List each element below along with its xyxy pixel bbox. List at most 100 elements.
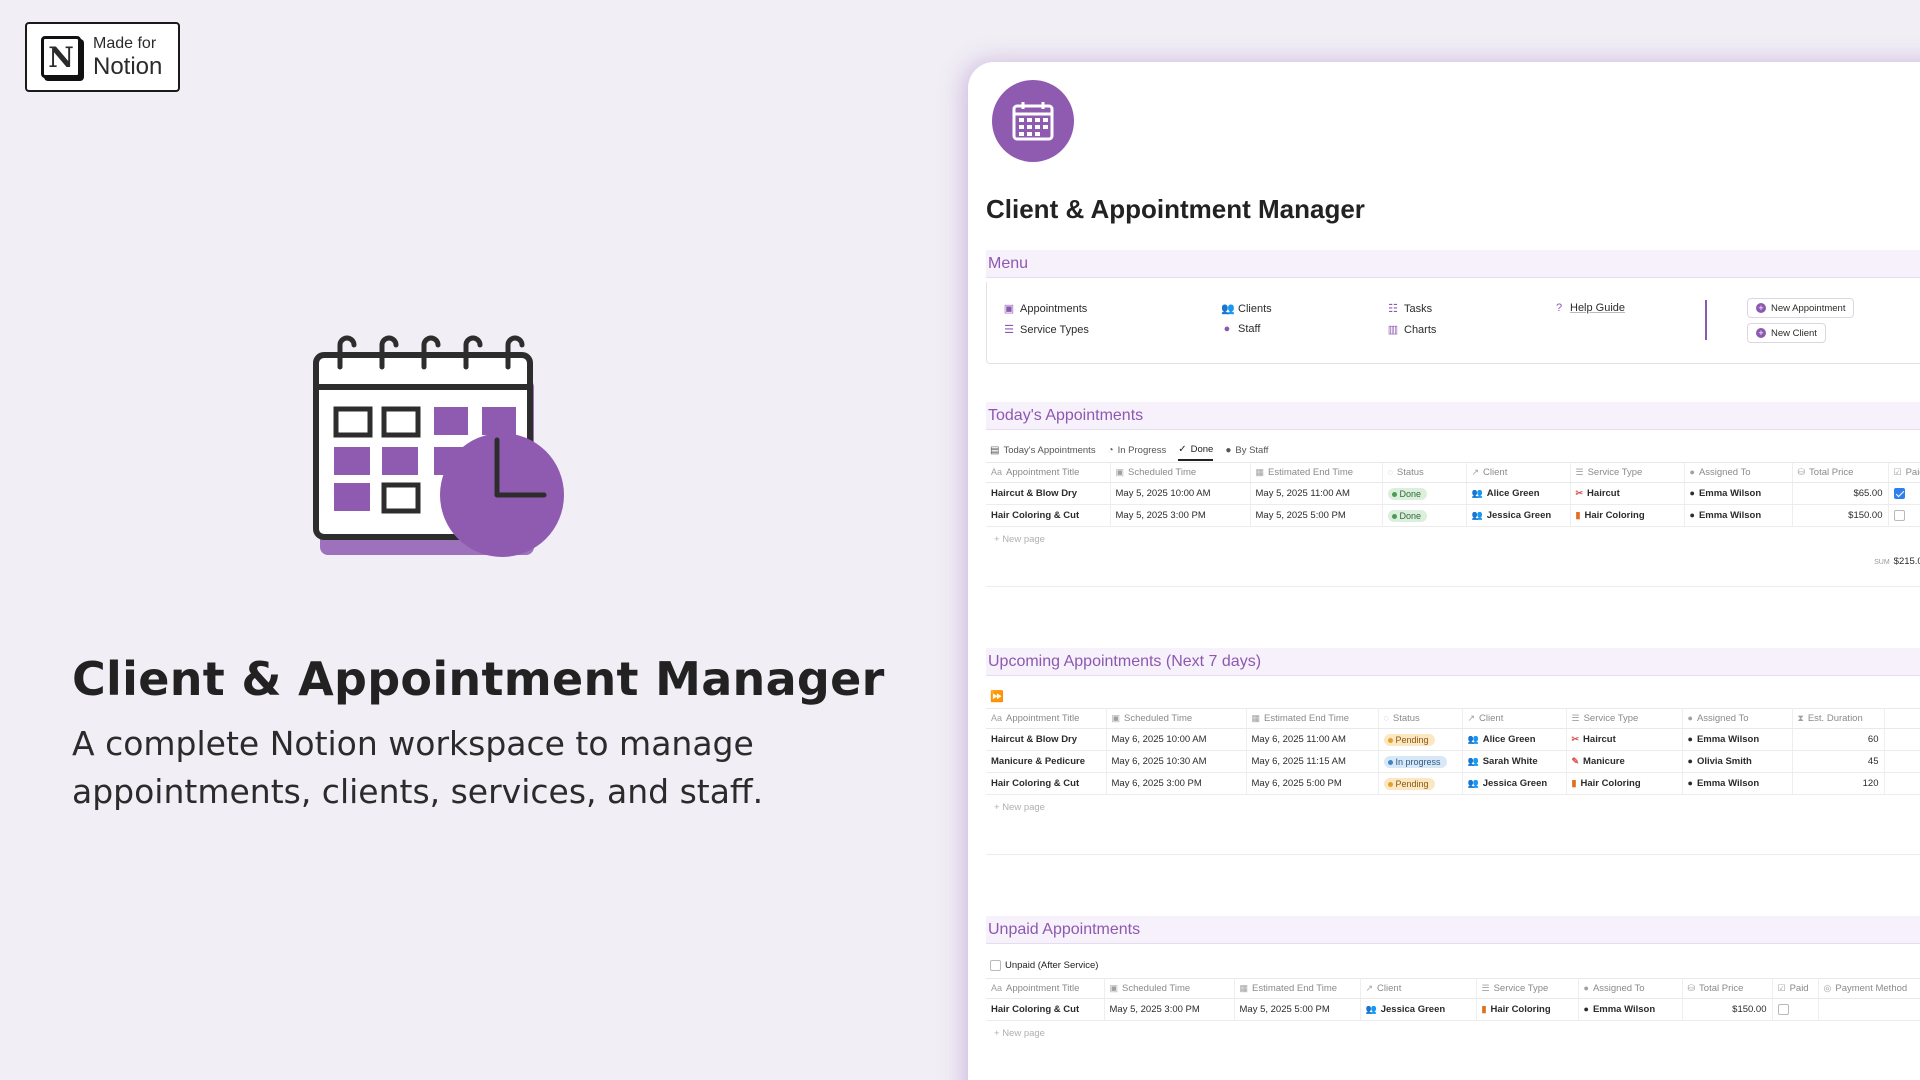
column-header[interactable]: ▣ Scheduled Time	[1106, 708, 1247, 729]
calendar-icon: ▣	[1115, 467, 1125, 477]
new-page-button[interactable]: + New page	[994, 802, 1045, 813]
cell-title[interactable]: Manicure & Pedicure	[986, 750, 1107, 773]
paid-checkbox[interactable]	[1893, 487, 1905, 499]
tab-done[interactable]: ✓ Done	[1178, 444, 1214, 461]
cell-assigned[interactable]: ● Emma Wilson	[1684, 504, 1793, 527]
cell-title[interactable]: Hair Coloring & Cut	[986, 998, 1105, 1021]
column-header[interactable]: ▦ Estimated End Time	[1234, 978, 1361, 999]
column-header[interactable]: ⧗ Est. Duration	[1792, 708, 1885, 729]
menu-item-service-types[interactable]: ☰ Service Types	[1003, 323, 1089, 337]
cell-scheduled[interactable]: May 5, 2025 10:00 AM	[1110, 482, 1251, 505]
cell-title[interactable]: Hair Coloring & Cut	[986, 772, 1107, 795]
cell-service[interactable]: ✂ Haircut	[1570, 482, 1685, 505]
column-header[interactable]: Aa Appointment Title	[986, 978, 1105, 999]
table-row[interactable]: Manicure & Pedicure May 6, 2025 10:30 AM…	[986, 750, 1920, 773]
menu-item-charts[interactable]: ▥ Charts	[1387, 323, 1437, 337]
menu-item-appointments[interactable]: ▣ Appointments	[1003, 302, 1087, 316]
new-client-button[interactable]: + New Client	[1747, 323, 1826, 343]
cell-scheduled[interactable]: May 5, 2025 3:00 PM	[1110, 504, 1251, 527]
menu-item-clients[interactable]: 👥 Clients	[1221, 302, 1272, 316]
cell-service[interactable]: ▮ Hair Coloring	[1476, 998, 1579, 1021]
table-row[interactable]: Haircut & Blow Dry May 5, 2025 10:00 AM …	[986, 482, 1920, 505]
tab-todays-appointments[interactable]: ▤ Today's Appointments	[990, 445, 1096, 460]
calendar-icon[interactable]	[992, 80, 1074, 162]
column-header[interactable]: ↗ Client	[1466, 462, 1571, 483]
cell-scheduled[interactable]: May 6, 2025 3:00 PM	[1106, 772, 1247, 795]
cell-scheduled[interactable]: May 5, 2025 3:00 PM	[1104, 998, 1235, 1021]
column-header[interactable]: ☰ Service Type	[1570, 462, 1685, 483]
cell-assigned[interactable]: ● Emma Wilson	[1578, 998, 1683, 1021]
cell-status[interactable]: Pending	[1378, 772, 1463, 795]
cell-client[interactable]: 👥 Sarah White	[1462, 750, 1567, 773]
column-header[interactable]: ▦ Estimated End Time	[1250, 462, 1383, 483]
cell-service[interactable]: ▮ Hair Coloring	[1570, 504, 1685, 527]
cell-client[interactable]: 👥 Alice Green	[1466, 482, 1571, 505]
cell-status[interactable]: In progress	[1378, 750, 1463, 773]
cell-status[interactable]: Pending	[1378, 728, 1463, 751]
column-header[interactable]: ▣ Scheduled Time	[1104, 978, 1235, 999]
cell-scheduled[interactable]: May 6, 2025 10:30 AM	[1106, 750, 1247, 773]
cell-payment-method[interactable]	[1818, 998, 1920, 1021]
table-row[interactable]: Hair Coloring & Cut May 5, 2025 3:00 PM …	[986, 998, 1920, 1021]
table-row[interactable]: Hair Coloring & Cut May 5, 2025 3:00 PM …	[986, 504, 1920, 527]
column-header[interactable]: ◎ Payment Method	[1818, 978, 1920, 999]
status-text: In progress	[1395, 756, 1441, 767]
table-row[interactable]: Haircut & Blow Dry May 6, 2025 10:00 AM …	[986, 728, 1920, 751]
cell-paid[interactable]	[1888, 482, 1920, 505]
cell-paid[interactable]	[1888, 504, 1920, 527]
cell-title[interactable]: Haircut & Blow Dry	[986, 482, 1111, 505]
column-header[interactable]: ↗ Client	[1462, 708, 1567, 729]
paid-checkbox[interactable]	[1777, 1003, 1789, 1015]
table-row[interactable]: Hair Coloring & Cut May 6, 2025 3:00 PM …	[986, 772, 1920, 795]
column-header[interactable]: ▣ Scheduled Time	[1110, 462, 1251, 483]
paid-checkbox[interactable]	[1893, 509, 1905, 521]
cell-title[interactable]: Hair Coloring & Cut	[986, 504, 1111, 527]
column-header[interactable]: Aa Appointment Title	[986, 708, 1107, 729]
cell-status[interactable]: Done	[1382, 504, 1467, 527]
menu-item-staff[interactable]: ● Staff	[1221, 323, 1261, 335]
cell-paid[interactable]	[1772, 998, 1819, 1021]
cell-assigned[interactable]: ● Emma Wilson	[1682, 728, 1793, 751]
column-header[interactable]: ● Assigned To	[1578, 978, 1683, 999]
cell-end-time: May 6, 2025 5:00 PM	[1246, 772, 1379, 795]
new-page-button[interactable]: + New page	[994, 534, 1045, 545]
column-header[interactable]: ● Assigned To	[1684, 462, 1793, 483]
cell-service[interactable]: ▮ Hair Coloring	[1566, 772, 1683, 795]
column-header[interactable]: ☑Paid	[1888, 462, 1920, 483]
cell-status[interactable]: Done	[1382, 482, 1467, 505]
cell-service[interactable]: ✎ Manicure	[1566, 750, 1683, 773]
new-appointment-button[interactable]: + New Appointment	[1747, 298, 1855, 318]
menu-item-tasks[interactable]: ☷ Tasks	[1387, 302, 1432, 316]
column-header[interactable]: ◌ Status	[1378, 708, 1463, 729]
cell-client[interactable]: 👥 Jessica Green	[1466, 504, 1571, 527]
cell-client[interactable]: 👥 Jessica Green	[1360, 998, 1477, 1021]
cell-price: $150.00	[1682, 998, 1773, 1021]
person-icon: ●	[1687, 756, 1693, 766]
cell-service[interactable]: ✂ Haircut	[1566, 728, 1683, 751]
column-header[interactable]: ☰ Service Type	[1476, 978, 1579, 999]
collapse-icon[interactable]: ⏩	[990, 690, 1004, 703]
tab-unpaid-after-service[interactable]: Unpaid (After Service)	[990, 960, 1098, 975]
cell-client[interactable]: 👥 Alice Green	[1462, 728, 1567, 751]
tab-by-staff[interactable]: ● By Staff	[1225, 445, 1268, 460]
cell-assigned[interactable]: ● Olivia Smith	[1682, 750, 1793, 773]
new-page-button[interactable]: + New page	[994, 1028, 1045, 1039]
column-header[interactable]: ▦ Estimated End Time	[1246, 708, 1379, 729]
menu-item-help-guide[interactable]: ? Help Guide	[1553, 302, 1625, 314]
tab-in-progress[interactable]: ◔ In Progress	[1108, 445, 1167, 460]
cell-scheduled[interactable]: May 6, 2025 10:00 AM	[1106, 728, 1247, 751]
column-header[interactable]: ☑Paid	[1772, 978, 1819, 999]
column-header[interactable]: ⛁ Total Price	[1792, 462, 1889, 483]
progress-icon: ◔	[1107, 445, 1114, 456]
column-header[interactable]: ↗ Client	[1360, 978, 1477, 999]
cell-title[interactable]: Haircut & Blow Dry	[986, 728, 1107, 751]
column-header[interactable]: Aa Appointment Title	[986, 462, 1111, 483]
column-header[interactable]: ⛁ Total Price	[1682, 978, 1773, 999]
cell-client[interactable]: 👥 Jessica Green	[1462, 772, 1567, 795]
column-label: Payment Method	[1835, 983, 1908, 994]
cell-assigned[interactable]: ● Emma Wilson	[1682, 772, 1793, 795]
column-header[interactable]: ◌ Status	[1382, 462, 1467, 483]
cell-assigned[interactable]: ● Emma Wilson	[1684, 482, 1793, 505]
column-header[interactable]: ☰ Service Type	[1566, 708, 1683, 729]
column-header[interactable]: ● Assigned To	[1682, 708, 1793, 729]
